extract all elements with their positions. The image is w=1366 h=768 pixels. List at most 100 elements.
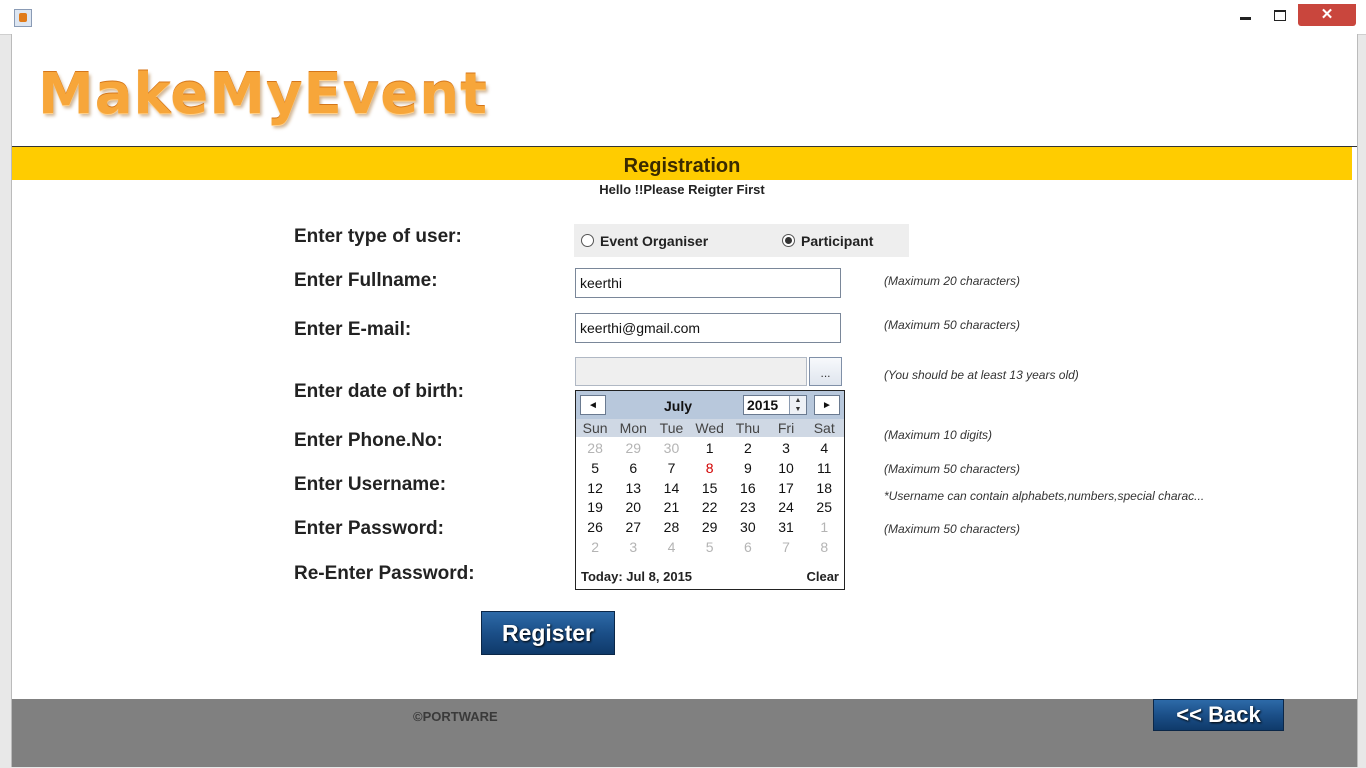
phone-hint: (Maximum 10 digits) <box>884 428 993 442</box>
back-button[interactable]: << Back <box>1153 699 1284 731</box>
calendar-day[interactable]: 10 <box>767 458 805 478</box>
weekday: Mon <box>619 420 647 436</box>
weekday: Wed <box>695 420 724 436</box>
calendar-day[interactable]: 30 <box>729 517 767 537</box>
calendar-day[interactable]: 15 <box>691 478 729 498</box>
page-subtitle: Hello !!Please Reigter First <box>599 182 765 197</box>
user-type-label: Enter type of user: <box>294 226 462 247</box>
weekday: Thu <box>735 420 760 436</box>
dob-label: Enter date of birth: <box>294 381 464 402</box>
calendar-day[interactable]: 30 <box>652 438 690 458</box>
calendar-day[interactable]: 22 <box>691 497 729 517</box>
calendar-year-spinner[interactable]: 2015 ▲ ▼ <box>743 395 807 415</box>
calendar-month[interactable]: July <box>664 398 692 414</box>
calendar-day[interactable]: 6 <box>729 537 767 557</box>
window-titlebar: ✕ <box>0 0 1366 35</box>
calendar-week: 2 3 4 5 6 7 8 <box>576 537 844 557</box>
calendar-clear-link[interactable]: Clear <box>806 569 839 584</box>
fullname-input[interactable] <box>575 268 841 298</box>
calendar-day[interactable]: 19 <box>576 497 614 517</box>
close-button[interactable]: ✕ <box>1298 4 1356 26</box>
calendar-day[interactable]: 7 <box>767 537 805 557</box>
radio-participant-label: Participant <box>801 233 874 249</box>
page-title: Registration <box>623 155 741 177</box>
next-month-button[interactable]: ► <box>814 395 840 415</box>
register-button[interactable]: Register <box>481 611 615 655</box>
copyright-text: ©PORTWARE <box>413 709 498 724</box>
username-rules-hint: *Username can contain alphabets,numbers,… <box>884 489 1205 503</box>
weekday: Sun <box>582 420 608 436</box>
email-hint: (Maximum 50 characters) <box>884 318 1021 332</box>
dob-field[interactable] <box>575 357 807 386</box>
username-label: Enter Username: <box>294 474 447 495</box>
user-type-radio-group: Event Organiser Participant <box>574 224 909 257</box>
maximize-button[interactable] <box>1266 4 1292 26</box>
calendar-day[interactable]: 17 <box>767 478 805 498</box>
calendar-day[interactable]: 12 <box>576 478 614 498</box>
calendar-day[interactable]: 2 <box>729 438 767 458</box>
calendar-day[interactable]: 23 <box>729 497 767 517</box>
calendar-day[interactable]: 1 <box>691 438 729 458</box>
calendar-picker-button[interactable]: ... <box>809 357 842 386</box>
registration-banner: Registration <box>12 147 1352 180</box>
calendar-day[interactable]: 13 <box>614 478 652 498</box>
email-input[interactable] <box>575 313 841 343</box>
weekday: Fri <box>777 420 795 436</box>
calendar-day[interactable]: 1 <box>805 517 843 537</box>
radio-event-organiser-label: Event Organiser <box>600 233 709 249</box>
calendar-day[interactable]: 4 <box>805 438 843 458</box>
calendar-day[interactable]: 31 <box>767 517 805 537</box>
email-label: Enter E-mail: <box>294 319 412 340</box>
calendar-day[interactable]: 29 <box>614 438 652 458</box>
calendar-day[interactable]: 25 <box>805 497 843 517</box>
password-label: Enter Password: <box>294 518 444 539</box>
calendar-day[interactable]: 11 <box>805 458 843 478</box>
username-hint: (Maximum 50 characters) <box>884 462 1021 476</box>
calendar-today-link[interactable]: Today: Jul 8, 2015 <box>581 569 692 584</box>
prev-month-button[interactable]: ◄ <box>580 395 606 415</box>
calendar-day[interactable]: 5 <box>576 458 614 478</box>
weekday: Tue <box>659 420 684 436</box>
calendar-day[interactable]: 24 <box>767 497 805 517</box>
calendar-day[interactable]: 26 <box>576 517 614 537</box>
radio-event-organiser[interactable]: Event Organiser <box>581 233 708 249</box>
calendar-day[interactable]: 2 <box>576 537 614 557</box>
calendar-day[interactable]: 3 <box>767 438 805 458</box>
date-picker-popup: ◄ July 2015 ▲ ▼ ► Sun Mon Tue Wed Thu Fri… <box>575 390 845 590</box>
calendar-day[interactable]: 9 <box>729 458 767 478</box>
phone-label: Enter Phone.No: <box>294 430 443 451</box>
radio-participant[interactable]: Participant <box>782 233 873 249</box>
calendar-day[interactable]: 8 <box>805 537 843 557</box>
calendar-day[interactable]: 4 <box>652 537 690 557</box>
year-spin-arrows-icon[interactable]: ▲ ▼ <box>789 396 806 414</box>
calendar-day[interactable]: 20 <box>614 497 652 517</box>
calendar-week: 12 13 14 15 16 17 18 <box>576 478 844 498</box>
radio-checked-icon <box>782 234 795 247</box>
calendar-day[interactable]: 7 <box>652 458 690 478</box>
radio-unchecked-icon <box>581 234 594 247</box>
calendar-week: 19 20 21 22 23 24 25 <box>576 497 844 517</box>
calendar-week: 5 6 7 8 9 10 11 <box>576 458 844 478</box>
calendar-day[interactable]: 16 <box>729 478 767 498</box>
calendar-day[interactable]: 5 <box>691 537 729 557</box>
java-app-icon <box>14 9 32 27</box>
app-logo: MakeMyEvent <box>38 62 488 127</box>
calendar-day-today[interactable]: 8 <box>691 458 729 478</box>
dob-hint: (You should be at least 13 years old) <box>884 368 1079 382</box>
calendar-day[interactable]: 6 <box>614 458 652 478</box>
calendar-day[interactable]: 14 <box>652 478 690 498</box>
calendar-year: 2015 <box>747 397 779 413</box>
calendar-day[interactable]: 28 <box>652 517 690 537</box>
calendar-day[interactable]: 28 <box>576 438 614 458</box>
minimize-button[interactable] <box>1232 4 1258 26</box>
calendar-day[interactable]: 3 <box>614 537 652 557</box>
password-hint: (Maximum 50 characters) <box>884 522 1021 536</box>
calendar-day[interactable]: 29 <box>691 517 729 537</box>
app-frame: MakeMyEvent Registration Hello !!Please … <box>11 34 1358 767</box>
calendar-day[interactable]: 21 <box>652 497 690 517</box>
weekday: Sat <box>813 420 835 436</box>
footer-bar: ©PORTWARE << Back <box>12 699 1357 767</box>
calendar-day[interactable]: 18 <box>805 478 843 498</box>
calendar-day[interactable]: 27 <box>614 517 652 537</box>
weekday-header: Sun Mon Tue Wed Thu Fri Sat <box>576 419 844 437</box>
